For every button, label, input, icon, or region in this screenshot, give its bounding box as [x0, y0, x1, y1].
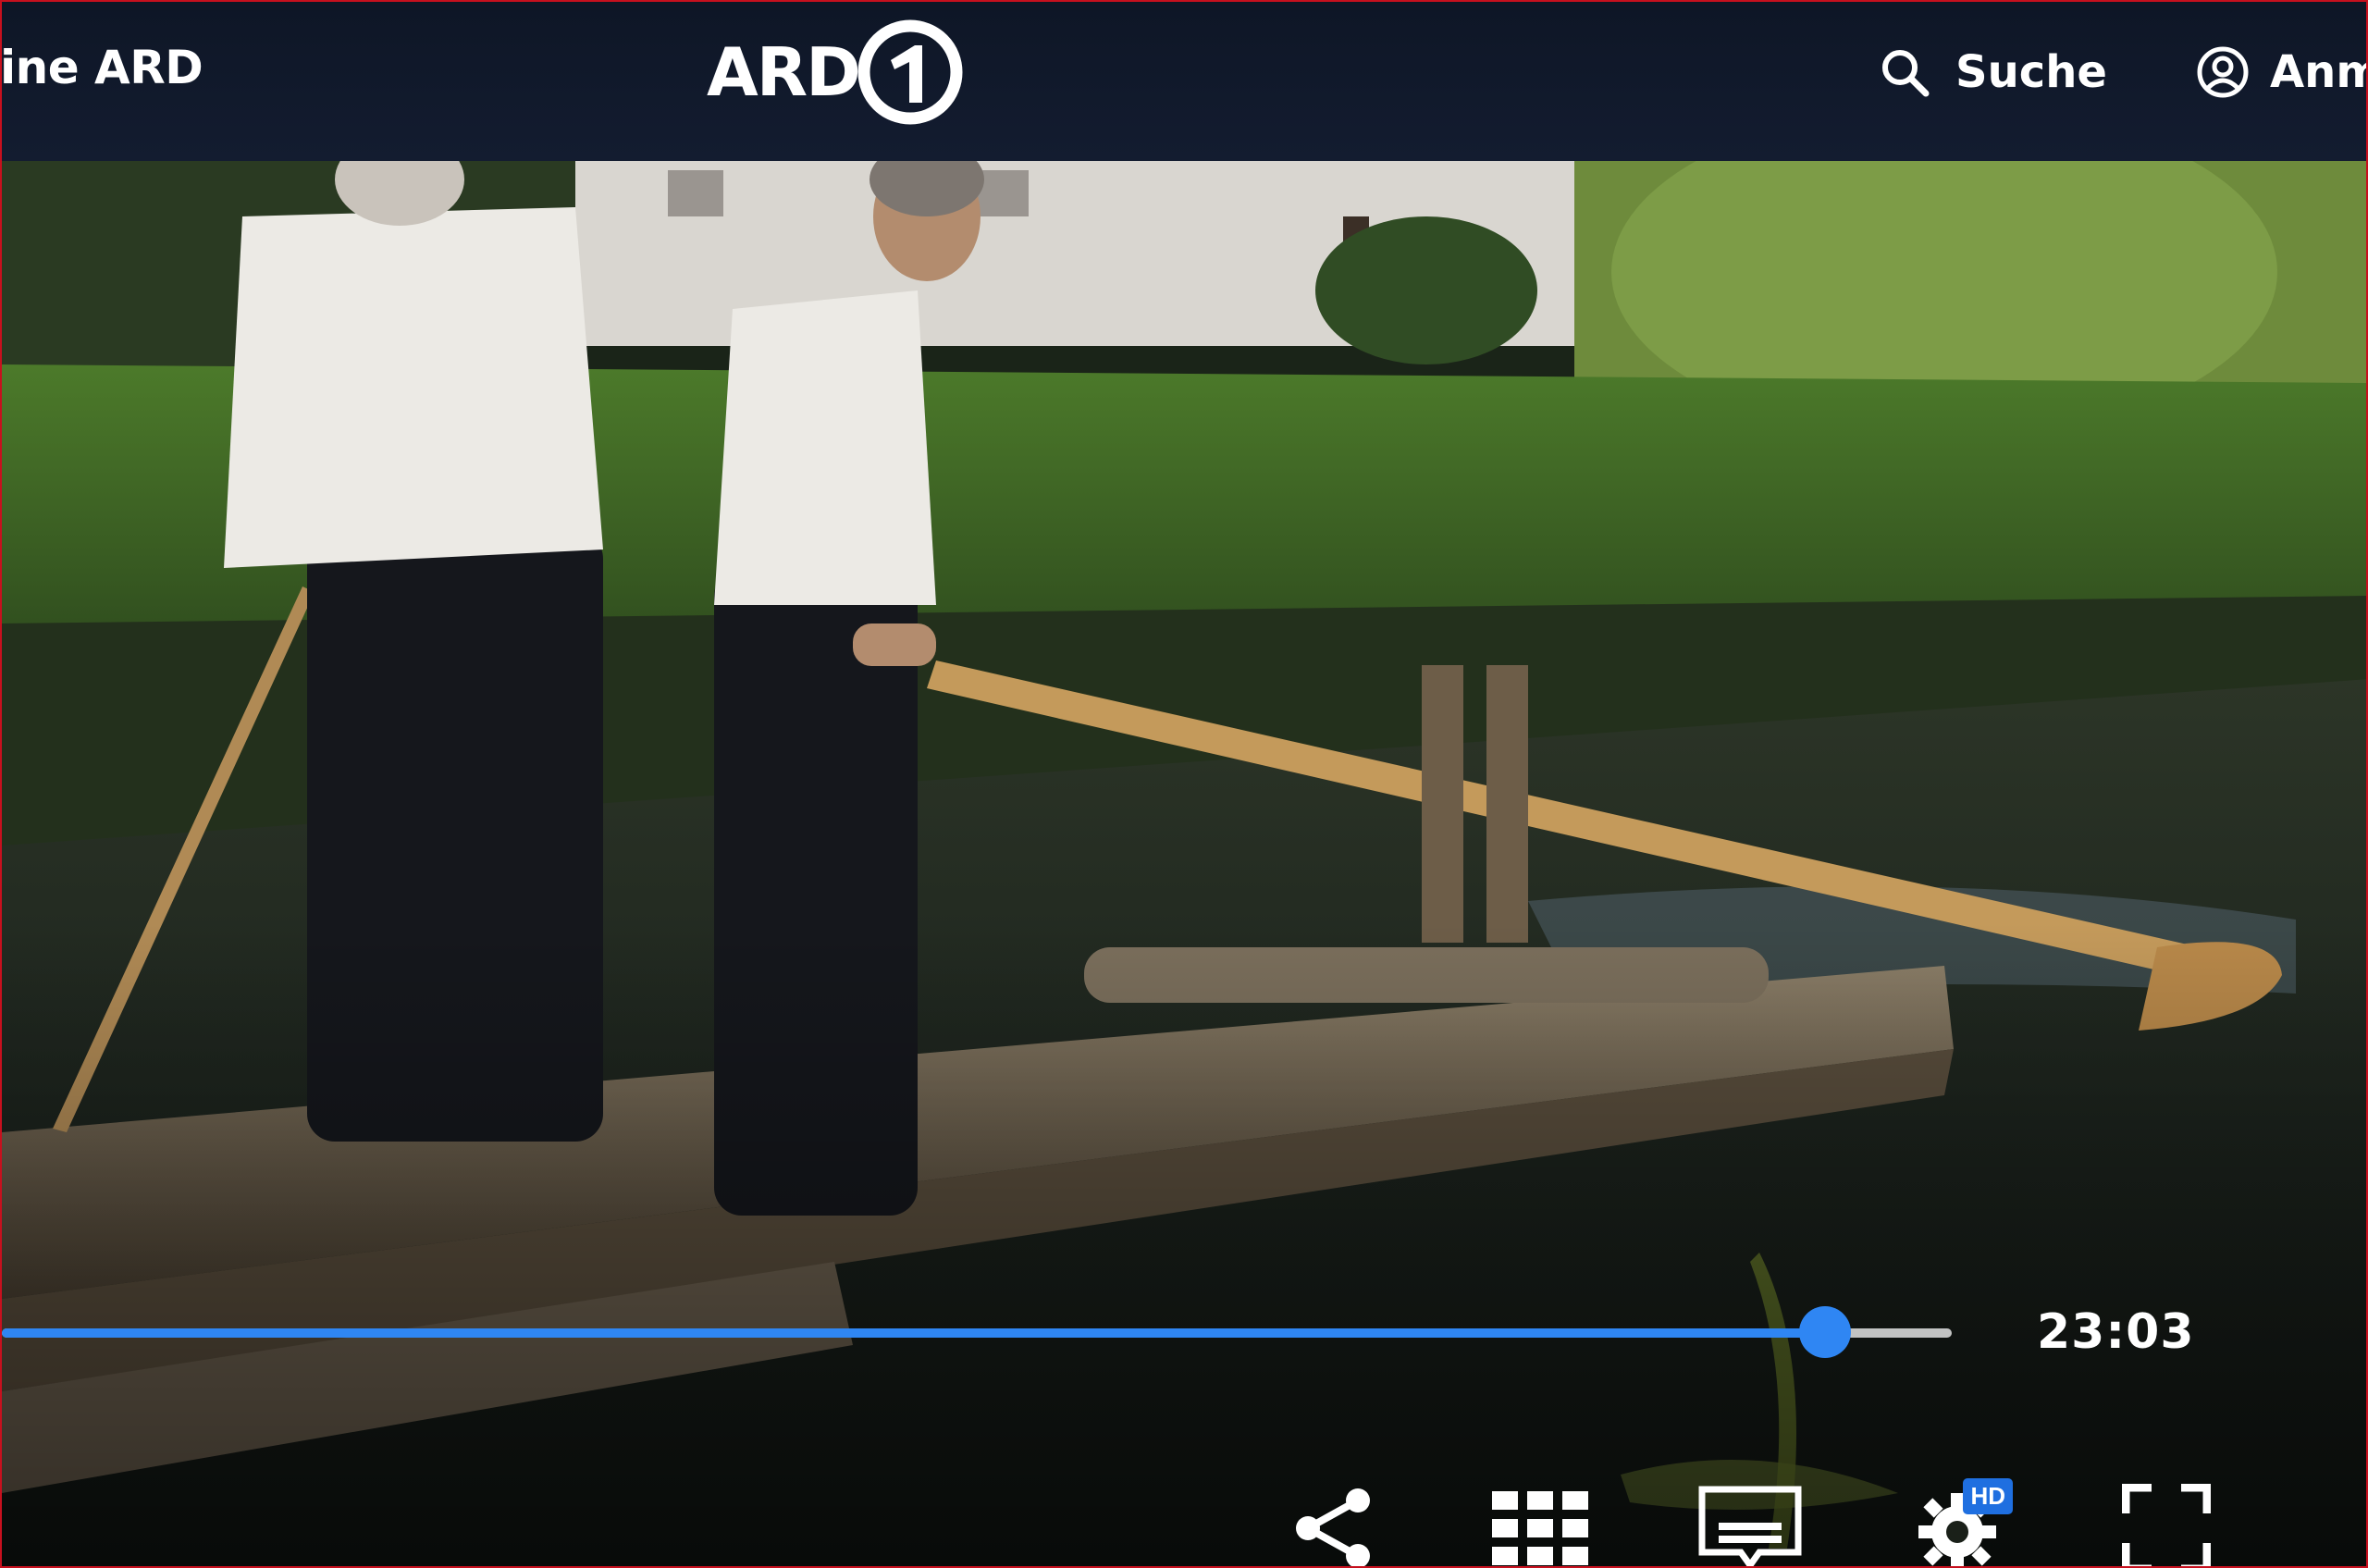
hd-badge: HD: [1963, 1478, 2013, 1514]
share-button[interactable]: [1278, 1473, 1389, 1566]
search-label: Suche: [1955, 46, 2107, 98]
subtitles-button[interactable]: [1695, 1473, 1806, 1566]
video-frame: [2, 161, 2366, 1566]
video-player[interactable]: 23:03 HD: [2, 161, 2366, 1566]
seek-bar[interactable]: [2, 1306, 1952, 1358]
app-window: ine ARD ARD 1 Suche Anm: [0, 0, 2368, 1568]
user-circle-icon: [2197, 46, 2249, 98]
seek-bar-handle[interactable]: [1798, 1306, 1851, 1358]
fullscreen-icon: [2122, 1484, 2211, 1566]
settings-button[interactable]: HD: [1902, 1473, 2013, 1566]
seek-bar-played: [2, 1328, 1825, 1338]
subtitles-icon: [1698, 1486, 1802, 1566]
search-button[interactable]: Suche: [1880, 35, 2107, 109]
ard-logo[interactable]: ARD 1: [707, 17, 965, 128]
login-button[interactable]: Anm: [2196, 35, 2366, 109]
time-remaining: 23:03: [2037, 1304, 2195, 1360]
logo-circle-icon: 1: [857, 19, 963, 125]
grid-icon: [1492, 1491, 1588, 1565]
brand-title[interactable]: ine ARD: [2, 41, 204, 94]
top-navigation: ine ARD ARD 1 Suche Anm: [2, 2, 2366, 161]
login-label: Anm: [2270, 46, 2366, 98]
fullscreen-button[interactable]: [2111, 1473, 2222, 1566]
chapters-button[interactable]: [1486, 1473, 1597, 1566]
logo-word: ARD: [707, 33, 861, 111]
search-icon: [1882, 50, 1930, 97]
share-icon: [1296, 1488, 1370, 1566]
